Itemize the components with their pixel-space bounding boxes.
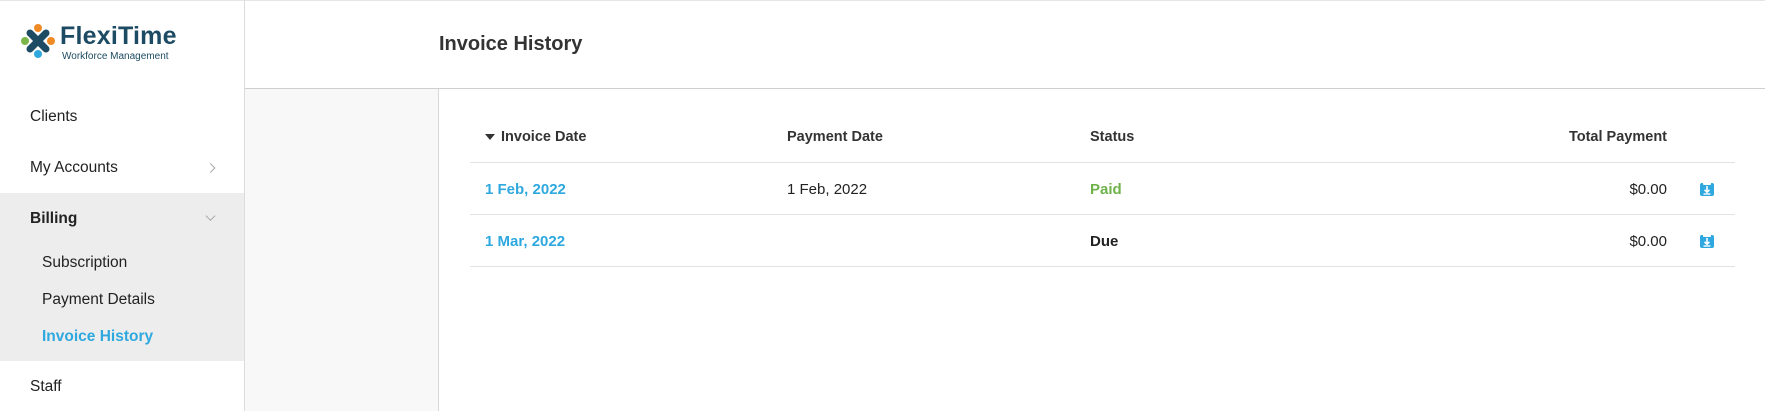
sidebar-group-billing: Billing Subscription Payment Details Inv…	[0, 193, 244, 361]
column-header-total-payment[interactable]: Total Payment	[1569, 111, 1667, 163]
sidebar-item-staff[interactable]: Staff	[0, 361, 244, 411]
sidebar: FlexiTime Workforce Management Clients M…	[0, 0, 245, 411]
total-payment-cell: $0.00	[1629, 232, 1667, 250]
flexitime-logo-icon	[21, 24, 55, 58]
brand-logo[interactable]: FlexiTime Workforce Management	[20, 22, 177, 73]
page-title: Invoice History	[439, 33, 583, 55]
download-button[interactable]	[1699, 163, 1715, 215]
brand-name: FlexiTime	[60, 22, 177, 50]
sidebar-item-billing[interactable]: Billing	[0, 193, 244, 244]
table-row: 1 Mar, 2022 Due $0.00	[470, 215, 1735, 267]
chevron-right-icon	[205, 162, 216, 173]
sidebar-subitem-invoice-history[interactable]: Invoice History	[0, 318, 244, 355]
sidebar-nav: Clients My Accounts Billing Subscription…	[0, 91, 244, 411]
sidebar-item-label: My Accounts	[30, 158, 118, 176]
invoice-table: Invoice Date Payment Date Status Total P…	[470, 111, 1735, 267]
column-header-status[interactable]: Status	[1090, 111, 1134, 163]
sidebar-item-my-accounts[interactable]: My Accounts	[0, 142, 244, 193]
brand-tagline: Workforce Management	[62, 50, 169, 62]
sidebar-item-label: Clients	[30, 107, 78, 125]
sidebar-subitem-payment-details[interactable]: Payment Details	[0, 281, 244, 318]
left-panel	[245, 89, 439, 411]
column-header-label: Invoice Date	[501, 129, 587, 145]
download-icon	[1700, 182, 1714, 196]
sidebar-item-label: Staff	[30, 377, 62, 395]
invoice-date-link[interactable]: 1 Feb, 2022	[485, 163, 566, 215]
main-content: Invoice Date Payment Date Status Total P…	[440, 89, 1765, 411]
column-header-invoice-date[interactable]: Invoice Date	[485, 111, 586, 163]
status-badge: Due	[1090, 232, 1119, 250]
total-payment-cell: $0.00	[1629, 180, 1667, 198]
sidebar-subitem-label: Subscription	[42, 253, 128, 271]
sidebar-item-clients[interactable]: Clients	[0, 91, 244, 142]
sidebar-subitem-subscription[interactable]: Subscription	[0, 244, 244, 281]
sidebar-item-label: Billing	[30, 209, 78, 227]
download-button[interactable]	[1699, 215, 1715, 267]
sort-desc-icon	[485, 134, 495, 140]
payment-date-cell: 1 Feb, 2022	[787, 180, 868, 198]
chevron-down-icon	[205, 210, 216, 221]
download-icon	[1700, 234, 1714, 248]
column-header-payment-date[interactable]: Payment Date	[787, 111, 883, 163]
sidebar-subitem-label: Invoice History	[42, 327, 154, 345]
table-header-row: Invoice Date Payment Date Status Total P…	[470, 111, 1735, 163]
invoice-date-link[interactable]: 1 Mar, 2022	[485, 215, 565, 267]
page-header: Invoice History	[245, 0, 1765, 89]
sidebar-subitem-label: Payment Details	[42, 290, 155, 308]
table-row: 1 Feb, 2022 1 Feb, 2022 Paid $0.00	[470, 163, 1735, 215]
status-badge: Paid	[1090, 180, 1122, 198]
